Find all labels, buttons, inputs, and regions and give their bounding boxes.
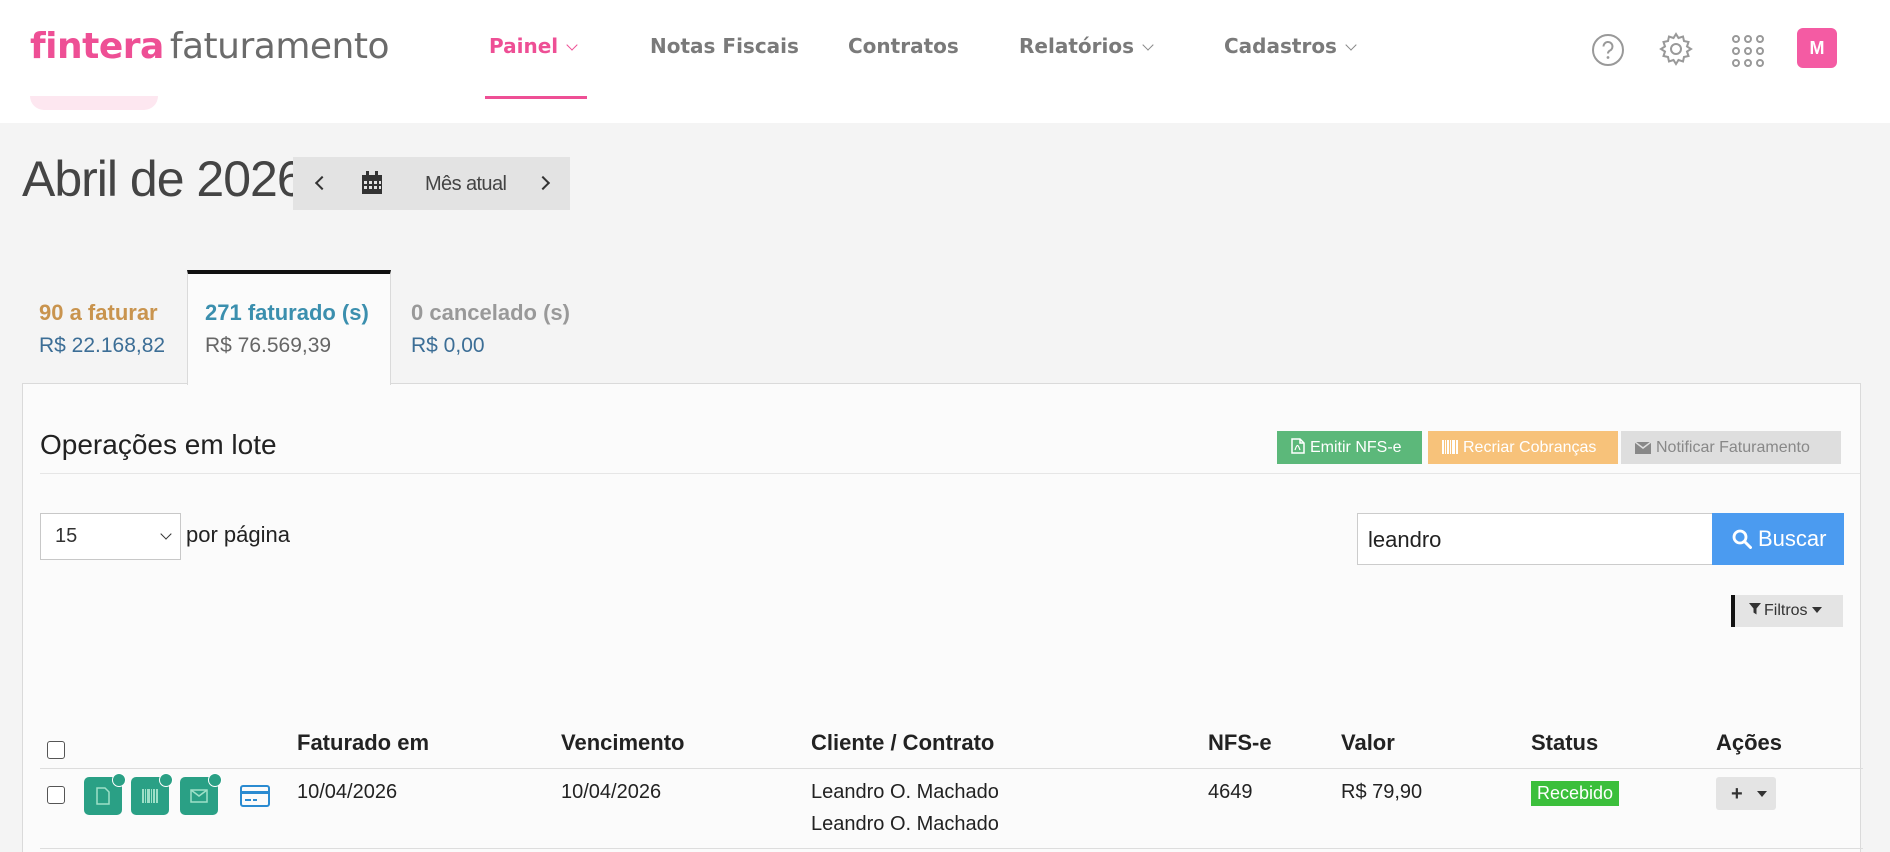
decorative-pill — [30, 96, 158, 110]
nav-cadastros[interactable]: Cadastros — [1224, 34, 1357, 58]
gear-icon[interactable] — [1658, 31, 1694, 72]
tab-a-faturar[interactable]: 90 a faturar R$ 22.168,82 — [22, 270, 187, 384]
recreate-charges-label: Recriar Cobranças — [1463, 439, 1597, 456]
tab-cancelado-title: 0 cancelado (s) — [411, 300, 570, 325]
check-badge-icon — [159, 773, 173, 787]
nav-painel-label: Painel — [489, 34, 559, 58]
th-status[interactable]: Status — [1531, 730, 1598, 756]
emit-nfse-label: Emitir NFS-e — [1310, 439, 1402, 456]
top-navbar: fintera faturamento Painel Notas Fiscais … — [0, 0, 1890, 123]
barcode-icon — [1442, 440, 1458, 454]
cell-billed-at: 10/04/2026 — [297, 781, 398, 803]
th-nfse[interactable]: NFS-e — [1208, 730, 1272, 756]
cell-due: 10/04/2026 — [561, 781, 662, 803]
search-button-label: Buscar — [1758, 526, 1827, 551]
check-badge-icon — [208, 773, 222, 787]
search-icon — [1732, 529, 1752, 549]
nav-cadastros-label: Cadastros — [1224, 34, 1337, 58]
nav-active-indicator — [485, 96, 587, 99]
emit-nfse-button[interactable]: Emitir NFS-e — [1277, 431, 1422, 464]
nav-contratos-label: Contratos — [848, 34, 959, 58]
row-divider — [40, 848, 1863, 849]
cell-client[interactable]: Leandro O. Machado — [811, 781, 999, 804]
tab-a-faturar-title: 90 a faturar — [39, 300, 158, 325]
row-actions-button[interactable]: + — [1716, 777, 1776, 810]
plus-icon: + — [1731, 783, 1743, 805]
nfse-document-icon[interactable] — [84, 773, 126, 815]
month-selector: Mês atual — [293, 157, 570, 210]
caret-down-icon — [1757, 791, 1767, 797]
tab-cancelado-amount: R$ 0,00 — [411, 334, 485, 357]
brand-secondary: faturamento — [169, 26, 390, 67]
notify-billing-label: Notificar Faturamento — [1656, 439, 1810, 456]
nav-painel[interactable]: Painel — [489, 34, 578, 58]
page-title: Abril de 2026 — [22, 151, 305, 207]
apps-grid-icon[interactable] — [1731, 34, 1765, 73]
billing-panel: Operações em lote Emitir NFS-e Recriar C… — [22, 383, 1863, 852]
th-due[interactable]: Vencimento — [561, 730, 684, 756]
cell-value: R$ 79,90 — [1341, 781, 1423, 803]
select-all-checkbox[interactable] — [47, 741, 65, 759]
nav-relatorios[interactable]: Relatórios — [1019, 34, 1154, 58]
per-page-select[interactable]: 15 — [40, 513, 181, 560]
per-page-label: por página — [186, 522, 290, 547]
file-pdf-icon — [1291, 438, 1305, 454]
nav-notas-fiscais-label: Notas Fiscais — [650, 34, 799, 58]
panel-title: Operações em lote — [40, 429, 277, 460]
chevron-down-icon — [1345, 39, 1357, 51]
tab-faturado[interactable]: 271 faturado (s) R$ 76.569,39 — [187, 270, 391, 385]
recreate-charges-button[interactable]: Recriar Cobranças — [1428, 431, 1618, 464]
filters-label: Filtros — [1764, 602, 1808, 619]
filters-button[interactable]: Filtros — [1731, 595, 1843, 627]
brand-primary: fintera — [30, 26, 164, 67]
cell-contract[interactable]: Leandro O. Machado — [811, 813, 999, 836]
divider — [40, 473, 1860, 474]
next-month-button[interactable] — [524, 157, 564, 210]
envelope-icon — [1634, 441, 1652, 454]
cell-nfse[interactable]: 4649 — [1208, 781, 1253, 804]
calendar-icon[interactable] — [361, 171, 383, 200]
boleto-barcode-icon[interactable] — [131, 773, 173, 815]
credit-card-icon[interactable] — [240, 785, 270, 812]
check-badge-icon — [112, 773, 126, 787]
th-client[interactable]: Cliente / Contrato — [811, 730, 994, 756]
chevron-down-icon — [1142, 39, 1154, 51]
th-billed-at[interactable]: Faturado em — [297, 730, 429, 756]
tab-faturado-title: 271 faturado (s) — [205, 300, 369, 325]
brand-logo[interactable]: fintera faturamento — [30, 26, 390, 67]
tab-cancelado[interactable]: 0 cancelado (s) R$ 0,00 — [391, 270, 591, 384]
nav-relatorios-label: Relatórios — [1019, 34, 1134, 58]
user-avatar[interactable]: M — [1797, 28, 1837, 68]
row-checkbox[interactable] — [47, 786, 65, 804]
th-actions: Ações — [1716, 730, 1783, 755]
chevron-down-icon — [566, 39, 578, 51]
tab-faturado-amount: R$ 76.569,39 — [205, 334, 332, 357]
notify-billing-button[interactable]: Notificar Faturamento — [1621, 431, 1841, 464]
nav-contratos[interactable]: Contratos — [848, 34, 959, 58]
help-icon[interactable] — [1591, 33, 1625, 72]
tab-a-faturar-amount: R$ 22.168,82 — [39, 334, 166, 357]
table-header-divider — [40, 768, 1863, 769]
th-value[interactable]: Valor — [1341, 730, 1395, 756]
search-input[interactable]: leandro — [1357, 513, 1731, 565]
nav-notas-fiscais[interactable]: Notas Fiscais — [650, 34, 799, 58]
caret-down-icon — [1811, 607, 1822, 613]
filter-icon — [1749, 603, 1761, 615]
status-badge: Recebido — [1531, 781, 1620, 806]
current-month-button[interactable]: Mês atual — [425, 173, 507, 196]
search-button[interactable]: Buscar — [1712, 513, 1844, 565]
email-sent-icon[interactable] — [180, 773, 222, 815]
previous-month-button[interactable] — [299, 157, 339, 210]
